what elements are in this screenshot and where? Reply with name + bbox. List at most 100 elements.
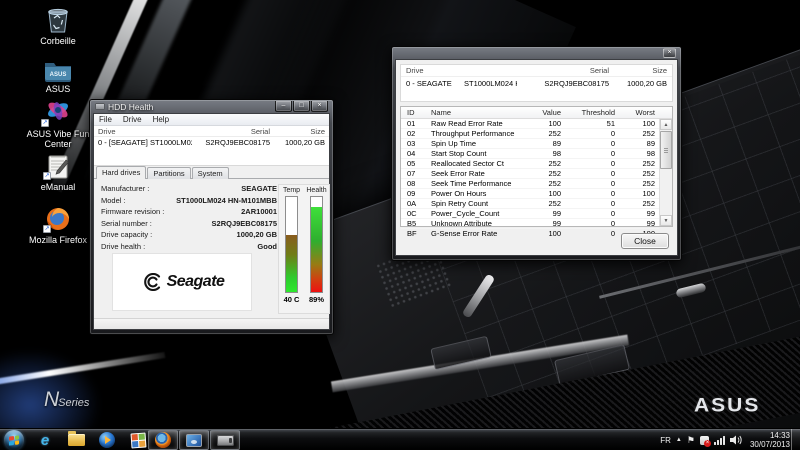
taskbar-firefox-running[interactable]	[148, 430, 178, 450]
taskbar-media-player[interactable]	[93, 430, 121, 450]
table-row[interactable]: 0C Power_Cycle_Count 99 0 99	[401, 209, 659, 219]
smart-attributes-window: × Drive Serial Size 0 - SEAGATE ST1000LM…	[391, 46, 682, 261]
start-button[interactable]	[4, 430, 24, 450]
firefox-icon: ↗	[45, 203, 71, 233]
temp-gauge-label: Temp	[283, 187, 300, 194]
taskbar-explorer[interactable]	[62, 430, 90, 450]
drive-name: 0 - [SEAGATE] ST1000LM024 HN-M101MBB	[98, 138, 192, 147]
hdd-window-body: File Drive Help Drive Serial Size 0 - [SEA…	[93, 113, 330, 330]
info-row: Serial number : S2RQJ9EBC08175	[101, 218, 277, 230]
emanual-icon: ↗	[45, 150, 71, 180]
show-desktop-button[interactable]	[791, 429, 800, 450]
scroll-up-icon[interactable]: ▲	[660, 119, 672, 130]
taskbar-utility-running[interactable]	[179, 430, 209, 450]
info-value: 1000,20 GB	[237, 230, 277, 239]
info-value: S2RQJ9EBC08175	[212, 219, 277, 228]
desktop-icon-label: ASUS	[46, 84, 71, 94]
hdd-health-window: HDD Health – □ × File Drive Help Drive Ser…	[89, 99, 334, 335]
drive-size: 1000,20 GB	[270, 138, 325, 147]
maximize-icon[interactable]: □	[293, 101, 310, 112]
close-button[interactable]: Close	[621, 233, 669, 249]
tab-hard-drives[interactable]: Hard drives	[96, 166, 146, 179]
seagate-logo-text: Seagate	[167, 273, 225, 291]
table-row[interactable]: 01 Raw Read Error Rate 100 51 100	[401, 119, 659, 129]
drive-size: 1000,20 GB	[609, 79, 667, 88]
threshold-column-header: Threshold	[561, 108, 615, 117]
desktop: NSeries ASUS Corbeille ASUS ASUS	[0, 0, 800, 450]
wallpaper-series-label: NSeries	[44, 388, 89, 412]
health-gauge-fill	[311, 207, 322, 292]
tab-partitions[interactable]: Partitions	[147, 167, 190, 179]
table-row[interactable]: B5 Unknown Attribute 99 0 99	[401, 219, 659, 229]
hidden-icons-arrow-icon[interactable]: ▲	[676, 437, 682, 443]
hdd-drive-list[interactable]: Drive Serial Size 0 - [SEAGATE] ST1000LM…	[94, 126, 329, 166]
info-row: Model : ST1000LM024 HN-M101MBB	[101, 195, 277, 207]
drive-list-header: Drive Serial Size	[94, 126, 329, 137]
gauges-panel: Temp 40 C Health 89%	[278, 184, 330, 314]
info-label: Model :	[101, 196, 126, 205]
close-icon[interactable]: ×	[311, 101, 328, 112]
name-column-header: Name	[431, 108, 517, 117]
table-row[interactable]: 0A Spin Retry Count 252 0 252	[401, 199, 659, 209]
info-label: Manufacturer :	[101, 184, 149, 193]
asus-folder-icon: ASUS	[43, 52, 73, 82]
volume-icon[interactable]	[730, 435, 742, 445]
shortcut-arrow-icon: ↗	[43, 172, 51, 180]
language-indicator[interactable]: FR	[660, 436, 671, 445]
health-gauge-value: 89%	[309, 295, 324, 304]
drive-row[interactable]: 0 - [SEAGATE] ST1000LM024 HN-M101MBB S2R…	[94, 137, 329, 148]
hdd-window-titlebar[interactable]: HDD Health – □ ×	[93, 100, 330, 113]
size-column-header: Size	[270, 127, 325, 136]
menu-bar: File Drive Help	[94, 114, 329, 126]
size-column-header: Size	[609, 66, 667, 75]
table-row[interactable]: 09 Power On Hours 100 0 100	[401, 189, 659, 199]
monitor-app-icon	[186, 434, 202, 447]
table-row[interactable]: 08 Seek Time Performance 252 0 252	[401, 179, 659, 189]
temp-gauge-fill	[286, 235, 297, 292]
drive-serial: S2RQJ9EBC08175	[192, 138, 270, 147]
drive-list-header: Drive Serial Size	[401, 65, 672, 77]
menu-item[interactable]: Drive	[123, 115, 142, 124]
desktop-icon-label: Corbeille	[40, 36, 76, 46]
menu-item[interactable]: File	[99, 115, 112, 124]
series-word: Series	[58, 397, 89, 409]
smart-window-titlebar[interactable]: ×	[395, 47, 678, 59]
action-center-flag-icon[interactable]: ⚑	[687, 436, 695, 445]
system-tray: FR ▲ ⚑ 14:33 30/07/2013	[660, 429, 790, 450]
alert-icon[interactable]	[700, 436, 709, 445]
scroll-down-icon[interactable]: ▼	[660, 215, 672, 226]
internet-explorer-icon: e	[41, 432, 49, 449]
wallpaper-brand-logo: ASUS	[694, 395, 760, 417]
hard-drives-tab-page: Manufacturer : SEAGATE Model : ST1000LM0…	[94, 179, 329, 320]
table-row[interactable]: 05 Reallocated Sector Ct 252 0 252	[401, 159, 659, 169]
tab-strip: Hard drives Partitions System	[94, 166, 329, 179]
info-value: 2AR10001	[241, 207, 277, 216]
network-icon[interactable]	[714, 436, 725, 445]
drive-row[interactable]: 0 - SEAGATE ST1000LM024 HN-M101MBB S2RQJ…	[401, 77, 672, 89]
vertical-scrollbar[interactable]: ▲ ▼	[659, 119, 672, 226]
seagate-swirl-icon	[140, 273, 164, 291]
info-value: Good	[257, 242, 277, 251]
table-header: ID Name Value Threshold Worst	[401, 107, 672, 119]
minimize-icon[interactable]: –	[275, 101, 292, 112]
taskbar-internet-explorer[interactable]: e	[31, 430, 59, 450]
desktop-icon-asus-folder[interactable]: ASUS ASUS	[14, 52, 102, 94]
table-row[interactable]: 02 Throughput Performance 252 0 252	[401, 129, 659, 139]
serial-column-header: Serial	[517, 66, 609, 75]
menu-item[interactable]: Help	[153, 115, 169, 124]
desktop-icon-recycle-bin[interactable]: Corbeille	[14, 4, 102, 46]
health-gauge-bar	[310, 196, 323, 293]
clock[interactable]: 14:33 30/07/2013	[750, 431, 790, 449]
tab-system[interactable]: System	[192, 167, 229, 179]
taskbar-hdd-health-running[interactable]	[210, 430, 240, 450]
table-row[interactable]: 03 Spin Up Time 89 0 89	[401, 139, 659, 149]
scrollbar-thumb[interactable]	[660, 131, 672, 169]
smart-drive-list[interactable]: Drive Serial Size 0 - SEAGATE ST1000LM02…	[400, 64, 673, 102]
close-icon[interactable]: ×	[663, 48, 676, 58]
info-label: Drive health :	[101, 242, 145, 251]
window-title: HDD Health	[108, 102, 153, 112]
worst-column-header: Worst	[615, 108, 659, 117]
table-row[interactable]: 04 Start Stop Count 98 0 98	[401, 149, 659, 159]
info-value: SEAGATE	[241, 184, 277, 193]
table-row[interactable]: 07 Seek Error Rate 252 0 252	[401, 169, 659, 179]
